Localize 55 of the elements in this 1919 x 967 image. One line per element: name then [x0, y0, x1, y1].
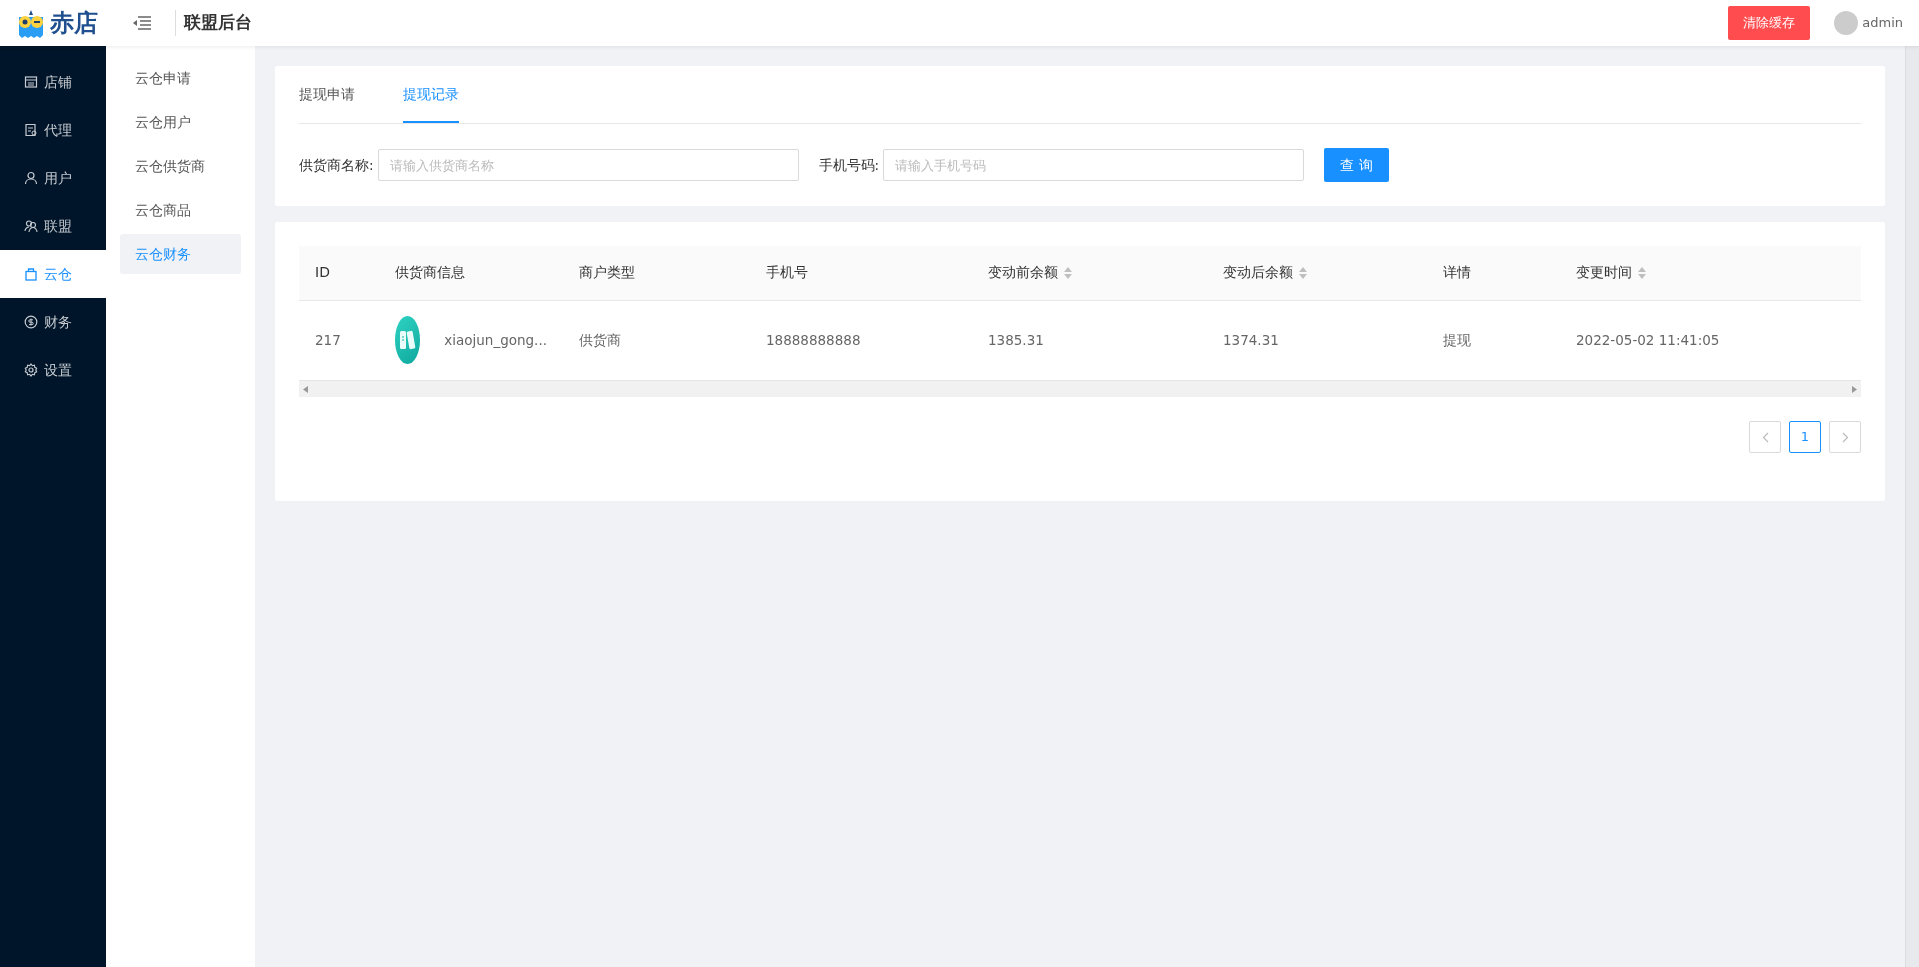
dollar-coin-icon [24, 315, 38, 329]
books-avatar-icon [395, 316, 421, 365]
chevron-left-icon [1761, 431, 1769, 443]
filter-label: 供货商名称: [299, 155, 374, 175]
previous-page-button[interactable] [1749, 421, 1781, 453]
sidebar-item[interactable]: 店铺 [0, 58, 106, 106]
menu-fold-icon[interactable] [133, 16, 151, 30]
next-page-button[interactable] [1829, 421, 1861, 453]
tab[interactable]: 提现申请 [299, 66, 355, 123]
sidebar-item[interactable]: 联盟 [0, 202, 106, 250]
logo-text: 赤店 [50, 8, 98, 39]
table-cell: 217 [299, 300, 379, 380]
column-header: 商户类型 [563, 246, 750, 300]
table-cell: 1374.31 [1207, 300, 1427, 380]
document-icon [24, 123, 38, 137]
sort-icon[interactable] [1299, 267, 1307, 280]
avatar-icon[interactable] [1834, 11, 1859, 35]
users-icon [24, 219, 38, 233]
app-title: 联盟后台 [175, 10, 252, 36]
column-header: ID [299, 246, 379, 300]
horizontal-scrollbar[interactable] [299, 380, 1861, 397]
submenu-item[interactable]: 云仓用户 [120, 102, 241, 142]
table-cell: 2022-05-02 11:41:05 [1560, 300, 1861, 380]
column-header[interactable]: 变更时间 [1560, 246, 1861, 300]
shop-icon [24, 75, 38, 89]
scroll-left-icon[interactable] [303, 385, 308, 393]
column-header: 详情 [1427, 246, 1560, 300]
bag-icon [24, 267, 38, 281]
sidebar-item[interactable]: 代理 [0, 106, 106, 154]
submenu-item[interactable]: 云仓申请 [120, 58, 241, 98]
submenu-item[interactable]: 云仓供货商 [120, 146, 241, 186]
user-icon [24, 171, 38, 185]
submenu-item[interactable]: 云仓商品 [120, 190, 241, 230]
sidebar-item[interactable]: 财务 [0, 298, 106, 346]
vertical-scrollbar[interactable] [1905, 46, 1919, 967]
column-header[interactable]: 变动前余额 [972, 246, 1207, 300]
scroll-right-icon[interactable] [1852, 385, 1857, 393]
settings-icon [24, 363, 38, 377]
input-field[interactable]: 请输入手机号码 [883, 149, 1305, 181]
table-cell: 提现 [1427, 300, 1560, 380]
username[interactable]: admin [1862, 13, 1903, 33]
sidebar-item[interactable]: 设置 [0, 346, 106, 394]
chevron-right-icon [1841, 431, 1849, 443]
table-cell: 1385.31 [972, 300, 1207, 380]
table-cell: 18888888888 [750, 300, 972, 380]
table-cell-text: xiaojun_gong... [444, 331, 547, 351]
sidebar-item[interactable]: 用户 [0, 154, 106, 202]
table-cell: 供货商 [563, 300, 750, 380]
filter-label: 手机号码: [818, 155, 880, 175]
sort-icon[interactable] [1638, 267, 1646, 280]
column-header[interactable]: 变动后余额 [1207, 246, 1427, 300]
column-header: 手机号 [750, 246, 972, 300]
sort-icon[interactable] [1064, 267, 1072, 280]
input-field[interactable]: 请输入供货商名称 [377, 149, 799, 181]
column-header: 供货商信息 [379, 246, 563, 300]
